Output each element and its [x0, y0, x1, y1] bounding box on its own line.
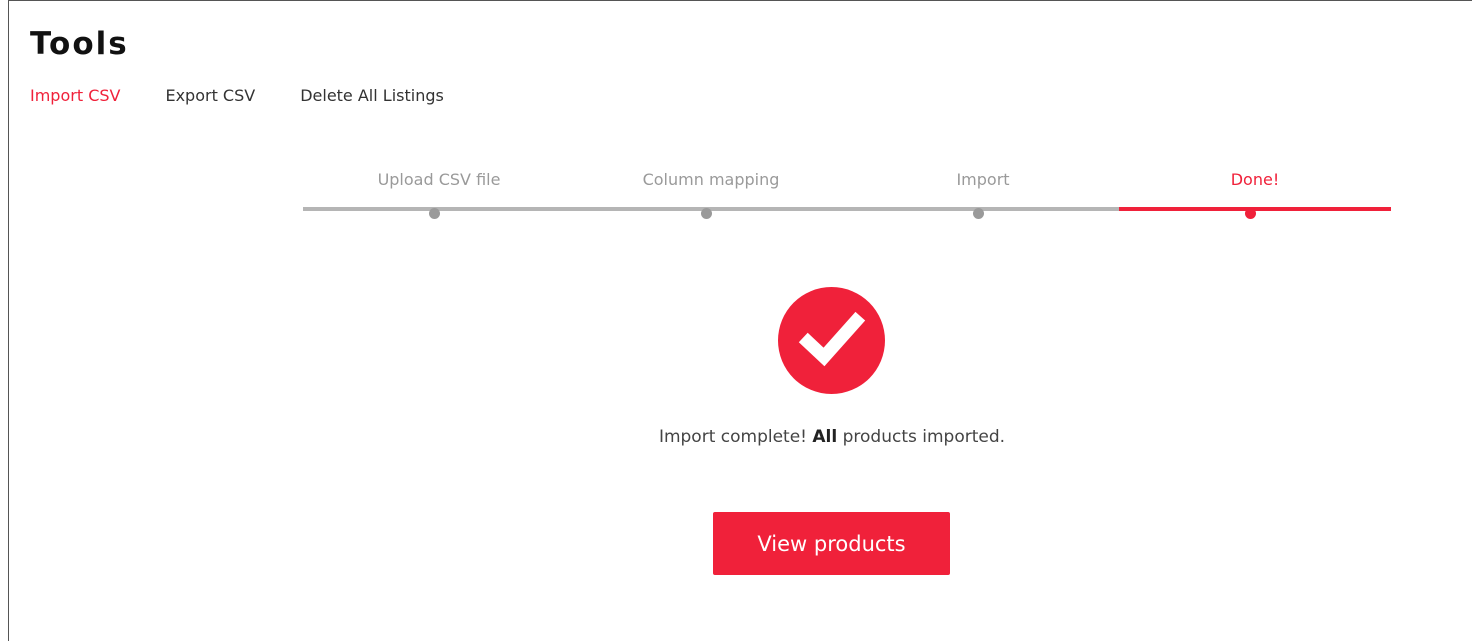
step-import: Import: [847, 167, 1119, 223]
step-dot: [973, 208, 984, 219]
checkmark-icon: [778, 287, 885, 394]
step-dot: [1245, 208, 1256, 219]
tab-export-csv[interactable]: Export CSV: [165, 86, 255, 105]
import-status-message: Import complete! All products imported.: [0, 427, 1472, 447]
page-title: Tools: [30, 26, 129, 62]
tab-delete-all-listings[interactable]: Delete All Listings: [300, 86, 444, 105]
step-label: Done!: [1230, 170, 1280, 189]
message-bold: All: [812, 427, 838, 447]
step-upload-csv-file: Upload CSV file: [303, 167, 575, 223]
message-suffix: products imported.: [842, 427, 1006, 447]
message-prefix: Import complete!: [658, 427, 807, 447]
step-label: Import: [956, 170, 1010, 189]
tools-nav: Import CSV Export CSV Delete All Listing…: [30, 86, 489, 105]
view-products-button[interactable]: View products: [713, 512, 950, 575]
step-dot: [429, 208, 440, 219]
import-stepper: Upload CSV file Column mapping Import Do…: [303, 167, 1391, 223]
step-dot: [701, 208, 712, 219]
step-column-mapping: Column mapping: [575, 167, 847, 223]
step-label: Upload CSV file: [377, 170, 501, 189]
step-label: Column mapping: [642, 170, 780, 189]
tab-import-csv[interactable]: Import CSV: [30, 86, 120, 105]
step-done: Done!: [1119, 167, 1391, 223]
